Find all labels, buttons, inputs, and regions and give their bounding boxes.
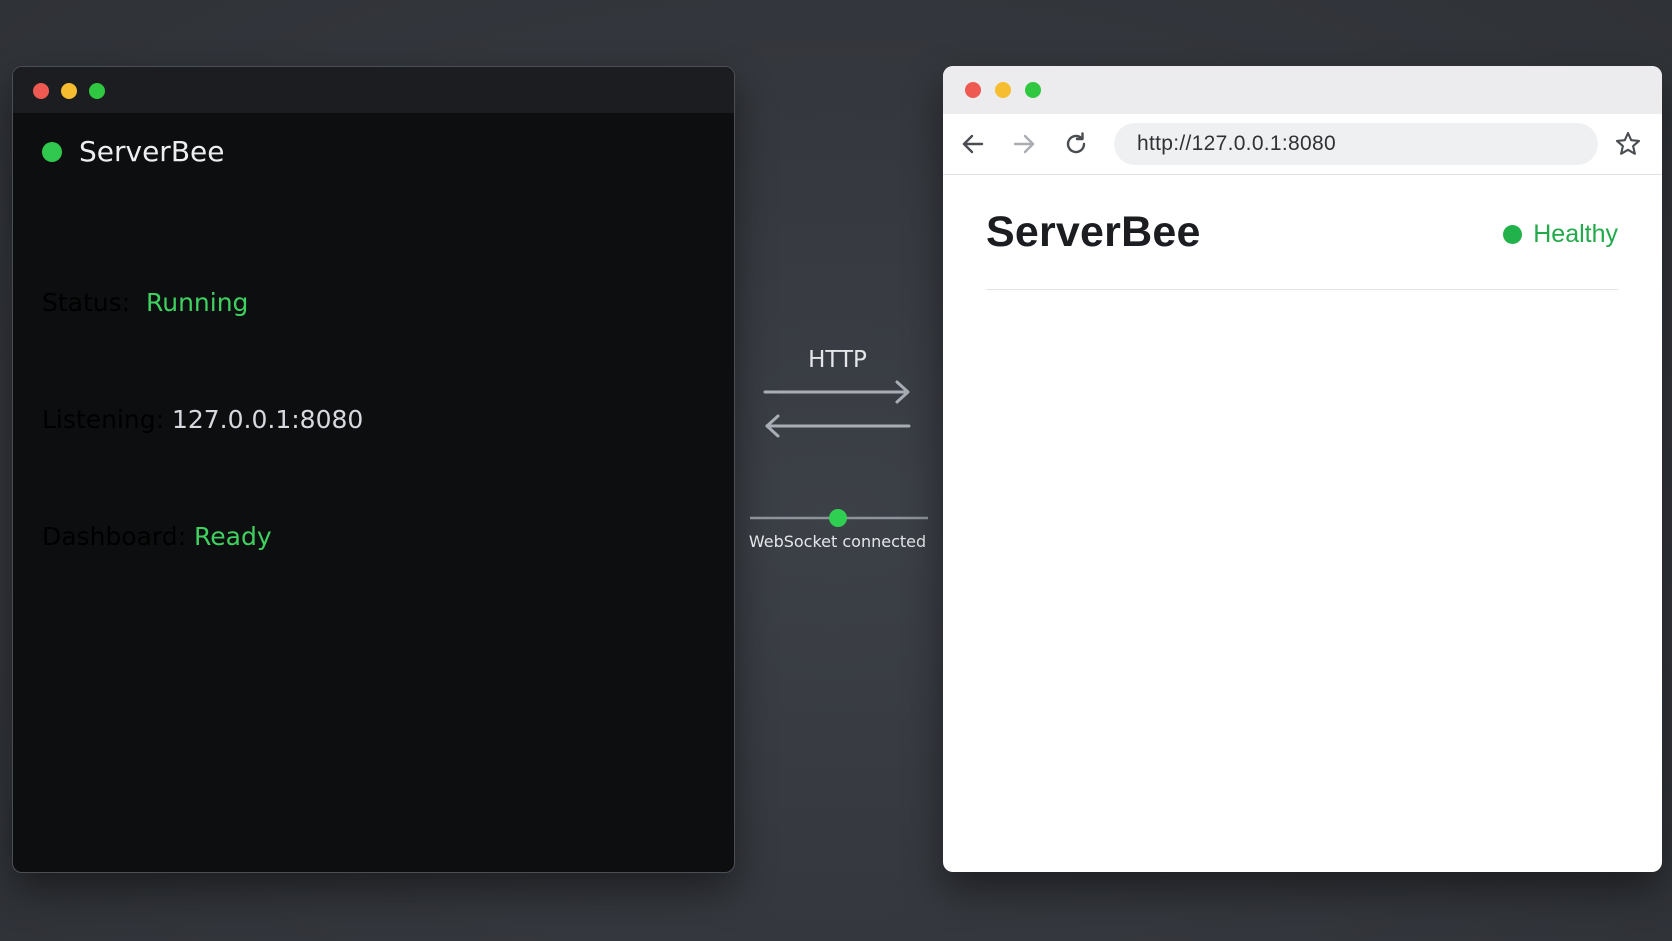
terminal-app-name: ServerBee <box>79 135 225 168</box>
bidirectional-arrows-icon <box>763 380 911 438</box>
forward-arrow-icon <box>1013 134 1035 154</box>
url-text: http://127.0.0.1:8080 <box>1137 132 1336 155</box>
page-title: ServerBee <box>986 208 1201 256</box>
listening-value: 127.0.0.1:8080 <box>171 405 364 434</box>
websocket-indicator <box>750 509 928 527</box>
reload-button[interactable] <box>1060 128 1092 160</box>
back-button[interactable] <box>957 128 989 160</box>
terminal-line-status: Status: Running <box>42 283 363 322</box>
connection-diagram: HTTP WebSocket connected <box>745 340 930 560</box>
forward-button[interactable] <box>1008 128 1040 160</box>
minimize-button[interactable] <box>61 83 77 99</box>
maximize-button[interactable] <box>89 83 105 99</box>
browser-titlebar <box>943 66 1662 114</box>
maximize-button[interactable] <box>1025 82 1041 98</box>
websocket-dot-icon <box>829 509 847 527</box>
dashboard-value: Ready <box>194 522 272 551</box>
listening-label: Listening: <box>42 405 172 434</box>
status-value: Running <box>145 288 249 317</box>
browser-window: http://127.0.0.1:8080 ServerBee Healthy <box>943 66 1662 872</box>
health-dot-icon <box>1503 225 1523 244</box>
websocket-label: WebSocket connected <box>748 532 927 551</box>
dashboard-label: Dashboard: <box>42 522 195 551</box>
minimize-button[interactable] <box>995 82 1011 98</box>
header-divider <box>986 289 1618 290</box>
health-status-text: Healthy <box>1533 220 1618 248</box>
close-button[interactable] <box>33 83 49 99</box>
status-label: Status: <box>42 288 146 317</box>
terminal-titlebar <box>13 67 734 113</box>
terminal-line-listening: Listening: 127.0.0.1:8080 <box>42 400 363 439</box>
http-label: HTTP <box>808 347 867 373</box>
terminal-header: ServerBee <box>42 135 224 168</box>
terminal-window: ServerBee Status: Running Listening: 127… <box>12 66 735 873</box>
health-badge: Healthy <box>1503 220 1618 249</box>
browser-toolbar: http://127.0.0.1:8080 <box>943 114 1662 175</box>
terminal-line-dashboard: Dashboard: Ready <box>42 517 363 556</box>
close-button[interactable] <box>965 82 981 98</box>
address-bar[interactable]: http://127.0.0.1:8080 <box>1114 123 1598 165</box>
terminal-output: Status: Running Listening: 127.0.0.1:808… <box>42 205 363 634</box>
status-dot-icon <box>42 141 62 162</box>
back-arrow-icon <box>962 134 984 154</box>
star-icon <box>1615 131 1641 155</box>
bookmark-button[interactable] <box>1612 128 1644 160</box>
reload-icon <box>1066 132 1086 154</box>
